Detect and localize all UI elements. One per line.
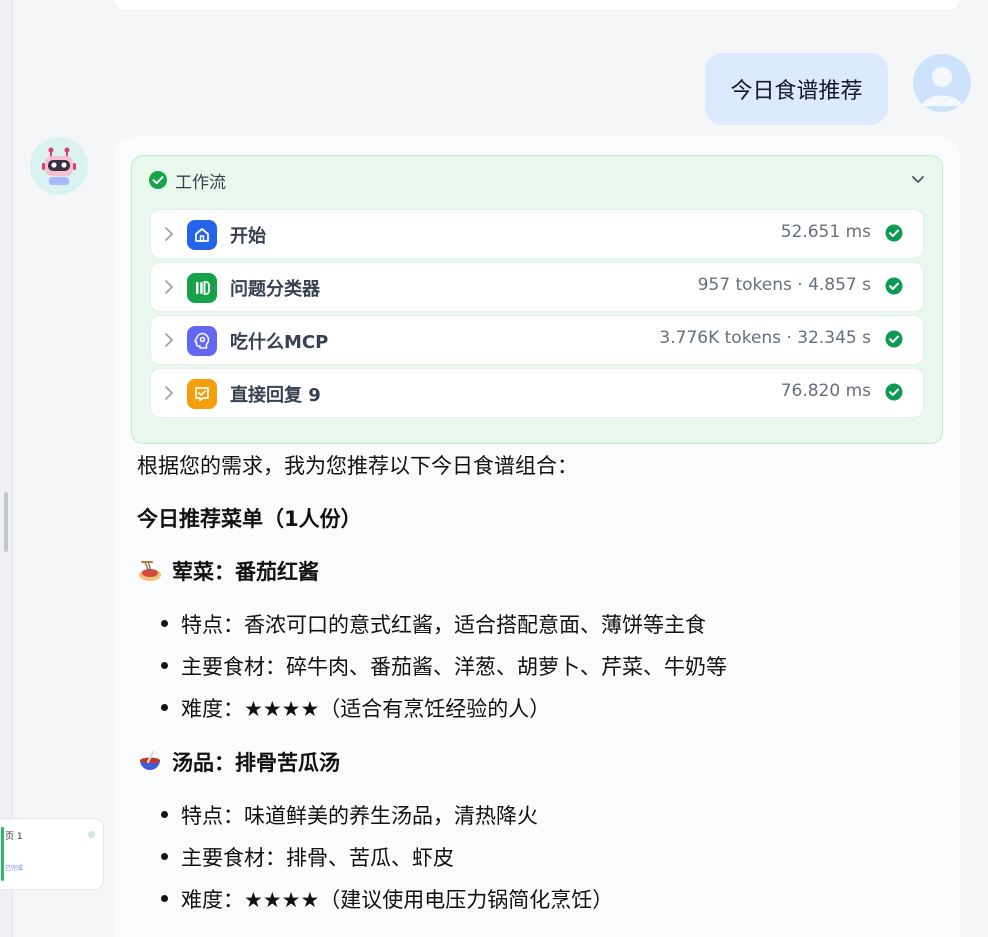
workflow-step-mcp[interactable]: 吃什么MCP 3.776K tokens · 32.345 s (150, 315, 924, 365)
check-circle-icon (149, 171, 167, 189)
step-name: 吃什么MCP (230, 332, 329, 353)
user-avatar-icon (922, 67, 962, 106)
brain-gear-icon (187, 326, 217, 356)
dish-title: 汤品：排骨苦瓜汤 (172, 751, 340, 775)
step-meta: 957 tokens · 4.857 s (697, 275, 871, 295)
classifier-icon (187, 273, 217, 303)
scrollbar[interactable] (4, 492, 8, 552)
soup-bowl-icon (140, 750, 160, 770)
workflow-header[interactable]: 工作流 (148, 168, 226, 193)
chevron-down-icon[interactable] (910, 171, 926, 187)
chat-page: 页 1 已完成 今日食谱推荐 工作流 开始 52.651 ms 问题分类器 95… (0, 0, 988, 937)
step-meta: 76.820 ms (780, 381, 871, 401)
step-meta: 52.651 ms (780, 222, 871, 242)
check-circle-icon (885, 224, 903, 242)
list-item: 主要食材：碎牛肉、番茄酱、洋葱、胡萝卜、芹菜、牛奶等 (161, 651, 727, 681)
workflow-title: 工作流 (175, 172, 226, 193)
home-icon (187, 220, 217, 250)
dish-title: 荤菜：番茄红酱 (172, 560, 319, 584)
chevron-right-icon[interactable] (161, 278, 177, 296)
answer-intro: 根据您的需求，我为您推荐以下今日食谱组合： (137, 454, 578, 478)
robot-icon (42, 147, 76, 185)
chevron-right-icon[interactable] (161, 384, 177, 402)
chevron-right-icon[interactable] (161, 331, 177, 349)
bot-avatar[interactable] (30, 137, 88, 195)
check-circle-icon (885, 383, 903, 401)
step-name: 问题分类器 (230, 279, 320, 300)
workflow-step-direct-reply[interactable]: 直接回复 9 76.820 ms (150, 368, 924, 418)
spaghetti-icon (139, 560, 161, 581)
workflow-step-start[interactable]: 开始 52.651 ms (150, 209, 924, 259)
node-subtitle: 已完成 (5, 865, 24, 872)
node-status-dot (88, 831, 95, 838)
previous-message-card (114, 0, 960, 10)
node-status-bar (1, 827, 4, 881)
user-avatar[interactable] (913, 54, 971, 112)
dish-heading-main: 荤菜：番茄红酱 (137, 556, 319, 586)
workflow-panel: 工作流 开始 52.651 ms 问题分类器 957 tokens · 4.85… (131, 155, 943, 444)
step-name: 直接回复 9 (230, 385, 321, 406)
user-message-bubble: 今日食谱推荐 (705, 53, 888, 125)
left-panel-edge (0, 0, 13, 937)
minimap-node[interactable]: 页 1 已完成 (0, 818, 104, 890)
node-title: 页 1 (5, 832, 23, 842)
list-item: 主要食材：排骨、苦瓜、虾皮 (161, 842, 454, 872)
reply-icon (187, 379, 217, 409)
chevron-right-icon[interactable] (161, 225, 177, 243)
user-message-text: 今日食谱推荐 (730, 79, 863, 104)
step-meta: 3.776K tokens · 32.345 s (659, 328, 871, 348)
step-name: 开始 (230, 226, 266, 247)
check-circle-icon (885, 330, 903, 348)
list-item: 难度：★★★★（适合有烹饪经验的人） (160, 693, 550, 723)
workflow-step-classifier[interactable]: 问题分类器 957 tokens · 4.857 s (150, 262, 924, 312)
list-item: 特点：味道鲜美的养生汤品，清热降火 (161, 800, 538, 830)
dish-heading-soup: 汤品：排骨苦瓜汤 (137, 747, 340, 777)
list-item: 特点：香浓可口的意式红酱，适合搭配意面、薄饼等主食 (161, 609, 706, 639)
list-item: 难度：★★★★（建议使用电压力锅简化烹饪） (160, 884, 613, 914)
menu-heading: 今日推荐菜单（1人份） (137, 507, 362, 531)
check-circle-icon (885, 277, 903, 295)
